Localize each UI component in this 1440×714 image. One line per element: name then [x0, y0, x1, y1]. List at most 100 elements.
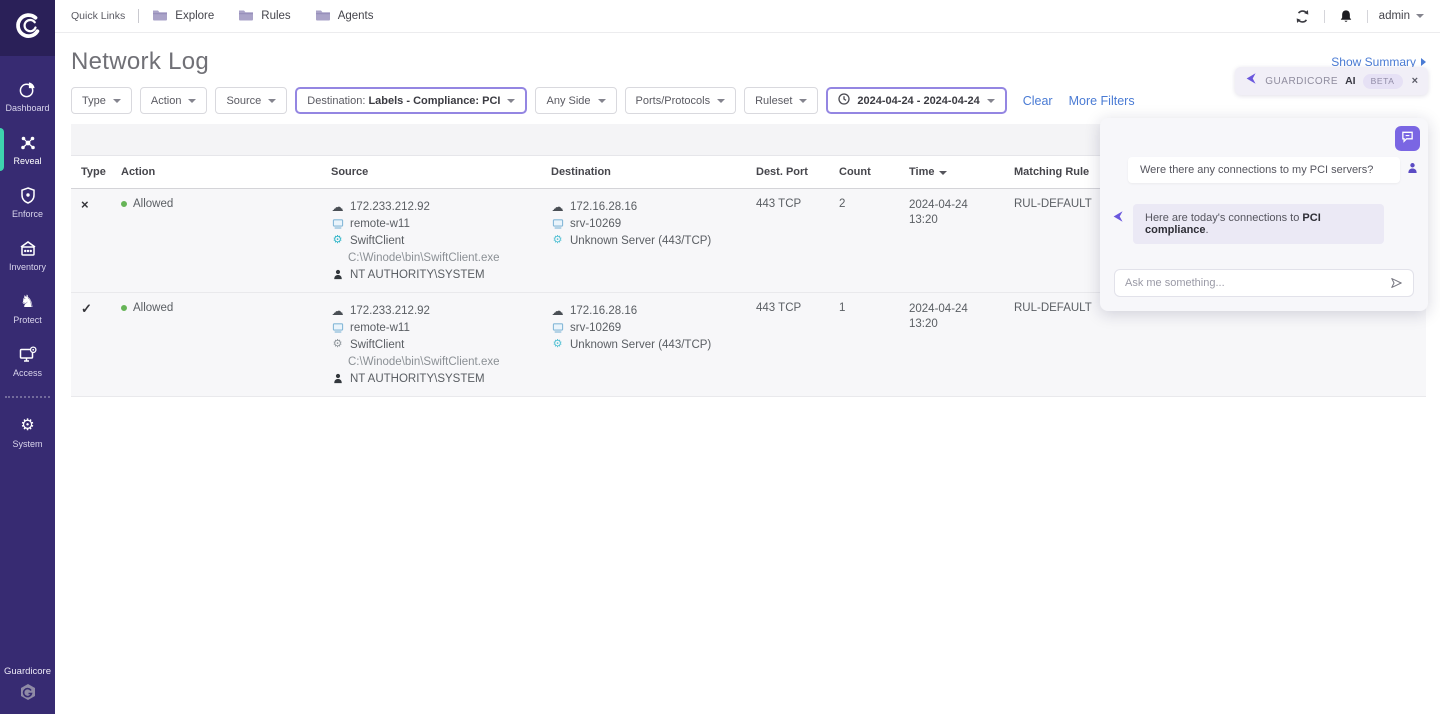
source-cell: 172.233.212.92 remote-w11 SwiftClient C:… [331, 302, 551, 387]
dest-port-cell: 443 TCP [756, 302, 839, 387]
user-message-row: Were there any connections to my PCI ser… [1128, 157, 1418, 183]
gear-icon: ⚙ [20, 417, 34, 435]
cloud-icon [551, 305, 564, 317]
nav-label: Rules [261, 10, 290, 22]
sidebar-item-reveal[interactable]: Reveal [0, 123, 55, 176]
host-icon [551, 323, 564, 333]
topbar: Quick Links Explore Rules Agents admin [55, 0, 1440, 33]
sidebar-item-dashboard[interactable]: Dashboard [0, 70, 55, 123]
nav-agents[interactable]: Agents [315, 9, 374, 24]
source-ip[interactable]: 172.233.212.92 [350, 201, 430, 213]
time-date: 2024-04-24 [909, 198, 1014, 213]
filter-type[interactable]: Type [71, 87, 132, 114]
source-user[interactable]: NT AUTHORITY\SYSTEM [350, 373, 485, 385]
ai-chat-panel: Were there any connections to my PCI ser… [1100, 118, 1428, 311]
dest-ip[interactable]: 172.16.28.16 [570, 305, 637, 317]
send-icon[interactable] [1390, 277, 1403, 289]
col-header-destination[interactable]: Destination [551, 166, 756, 178]
chat-input[interactable] [1125, 277, 1390, 289]
dest-host[interactable]: srv-10269 [570, 322, 621, 334]
filter-source[interactable]: Source [215, 87, 287, 114]
sidebar-item-access[interactable]: Access [0, 335, 55, 388]
user-icon [331, 269, 344, 280]
filter-label: Any Side [546, 95, 590, 107]
chevron-down-icon [598, 99, 606, 103]
filter-action[interactable]: Action [140, 87, 208, 114]
filter-destination[interactable]: Destination: Labels - Compliance: PCI [295, 87, 527, 114]
allowed-type-icon: ✓ [81, 301, 92, 316]
source-host[interactable]: remote-w11 [350, 322, 410, 334]
reveal-icon [19, 134, 37, 152]
chat-bubble-icon [1401, 130, 1414, 148]
filter-ports-protocols[interactable]: Ports/Protocols [625, 87, 737, 114]
user-name: admin [1379, 10, 1410, 22]
filter-label: Ports/Protocols [636, 95, 711, 107]
more-filters-link[interactable]: More Filters [1069, 94, 1135, 108]
cloud-icon [331, 305, 344, 317]
brand-label: Guardicore [0, 666, 55, 677]
dest-service[interactable]: Unknown Server (443/TCP) [570, 235, 711, 247]
guardicore-ai-chip[interactable]: GUARDICORE AI BETA × [1235, 67, 1428, 95]
guardicore-ai-icon [1112, 210, 1125, 228]
source-user[interactable]: NT AUTHORITY\SYSTEM [350, 269, 485, 281]
chat-input-wrapper [1114, 269, 1414, 297]
quick-links[interactable]: Quick Links [71, 10, 125, 22]
nav-label: Explore [175, 10, 214, 22]
sidebar-item-system[interactable]: ⚙ System [0, 406, 55, 459]
col-header-time[interactable]: Time [909, 166, 1014, 178]
filter-date-range[interactable]: 2024-04-24 - 2024-04-24 [826, 87, 1006, 114]
sidebar: Dashboard Reveal Enforce Inventory ♞ Pro… [0, 0, 55, 714]
source-host[interactable]: remote-w11 [350, 218, 410, 230]
sidebar-item-label: Reveal [13, 156, 41, 166]
chevron-down-icon [268, 99, 276, 103]
beta-badge: BETA [1363, 74, 1403, 89]
nav-rules[interactable]: Rules [238, 9, 290, 24]
source-ip[interactable]: 172.233.212.92 [350, 305, 430, 317]
nav-explore[interactable]: Explore [152, 9, 214, 24]
dest-service[interactable]: Unknown Server (443/TCP) [570, 339, 711, 351]
source-process[interactable]: SwiftClient [350, 339, 404, 351]
chevron-down-icon [188, 99, 196, 103]
folder-icon [152, 9, 168, 24]
time-hour: 13:20 [909, 317, 1014, 332]
refresh-icon[interactable] [1293, 6, 1313, 26]
new-chat-button[interactable] [1395, 126, 1420, 151]
col-header-action[interactable]: Action [121, 166, 331, 178]
cloud-icon [551, 201, 564, 213]
guardicore-logo-icon [13, 11, 43, 46]
folder-icon [315, 9, 331, 24]
col-header-dest-port[interactable]: Dest. Port [756, 166, 839, 178]
filter-label: Destination: Labels - Compliance: PCI [307, 95, 500, 107]
guardicore-logo[interactable] [0, 0, 55, 56]
bell-icon[interactable] [1336, 6, 1356, 26]
col-header-count[interactable]: Count [839, 166, 909, 178]
user-message: Were there any connections to my PCI ser… [1128, 157, 1400, 183]
filter-label: Action [151, 95, 182, 107]
time-date: 2024-04-24 [909, 302, 1014, 317]
monitor-gear-icon [19, 346, 37, 364]
sidebar-item-inventory[interactable]: Inventory [0, 229, 55, 282]
source-process[interactable]: SwiftClient [350, 235, 404, 247]
sidebar-item-enforce[interactable]: Enforce [0, 176, 55, 229]
sidebar-divider [5, 396, 50, 398]
dest-host[interactable]: srv-10269 [570, 218, 621, 230]
cloud-icon [331, 201, 344, 213]
allowed-icon [121, 305, 127, 311]
sidebar-item-protect[interactable]: ♞ Protect [0, 282, 55, 335]
clear-filters-link[interactable]: Clear [1023, 94, 1053, 108]
process-icon [331, 339, 344, 350]
user-menu[interactable]: admin [1379, 10, 1424, 22]
host-icon [551, 219, 564, 229]
ai-message-row: Here are today's connections to PCI comp… [1112, 204, 1384, 244]
col-header-type[interactable]: Type [81, 166, 121, 178]
clock-icon [838, 93, 850, 108]
dest-ip[interactable]: 172.16.28.16 [570, 201, 637, 213]
ai-chip-ai: AI [1345, 75, 1356, 87]
filter-ruleset[interactable]: Ruleset [744, 87, 818, 114]
matching-rule-cell[interactable]: RUL-DEFAULT [1014, 302, 1416, 387]
filter-any-side[interactable]: Any Side [535, 87, 616, 114]
col-header-source[interactable]: Source [331, 166, 551, 178]
close-icon[interactable]: × [1412, 76, 1418, 87]
source-path: C:\Winode\bin\SwiftClient.exe [331, 353, 551, 370]
chevron-down-icon [987, 99, 995, 103]
